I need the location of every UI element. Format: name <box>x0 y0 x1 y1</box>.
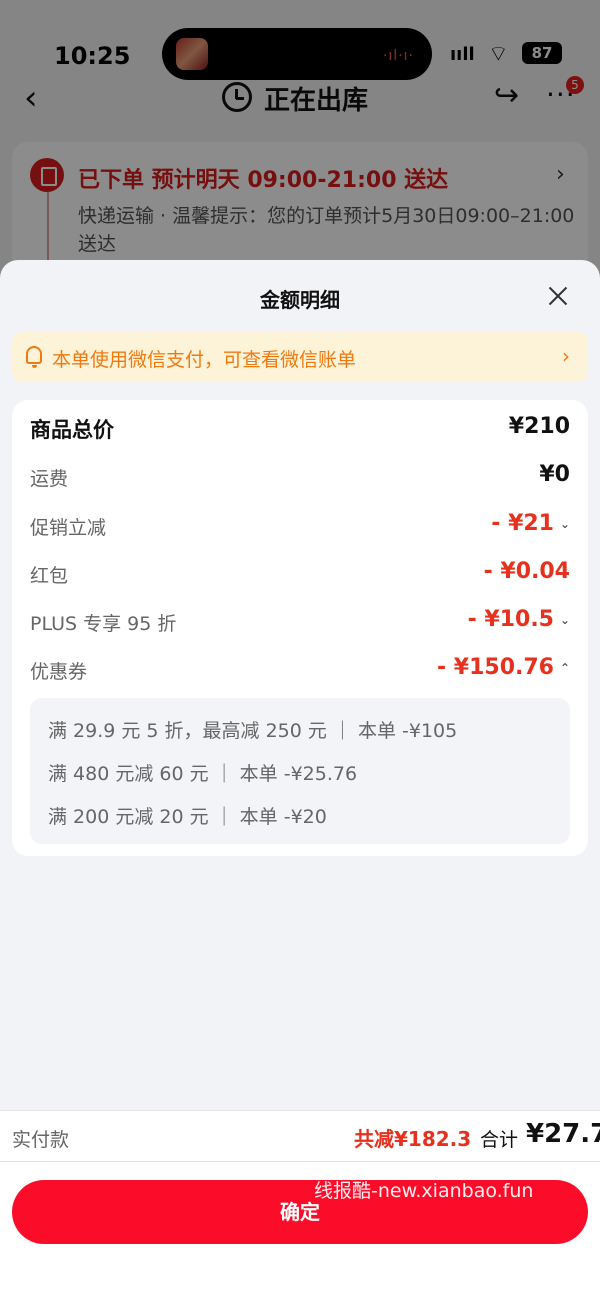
coupon-item: 满 200 元减 20 元 ｜ 本单 -¥20 <box>48 806 327 828</box>
payment-summary-bar: 实付款 共减¥182.3 合计 ¥27.7 <box>0 1110 600 1162</box>
wechat-pay-notice[interactable]: 本单使用微信支付，可查看微信账单 › <box>12 332 588 382</box>
sheet-title: 金额明细 <box>260 288 340 312</box>
row-value: - ¥21 <box>491 511 554 536</box>
row-label: 优惠券 <box>30 661 88 683</box>
row-label: 商品总价 <box>30 418 114 442</box>
actual-payment-label: 实付款 <box>12 1129 70 1151</box>
row-value: - ¥10.5 <box>467 607 554 632</box>
amount-detail-sheet: 金额明细 本单使用微信支付，可查看微信账单 › 商品总价 ¥210 运费 ¥0 … <box>0 260 600 1302</box>
price-row-coupon[interactable]: 优惠券 - ¥150.76 ⌃ <box>30 653 570 689</box>
row-value: ¥210 <box>508 414 570 439</box>
row-label: PLUS 专享 95 折 <box>30 613 177 635</box>
row-value: - ¥0.04 <box>483 559 570 584</box>
row-value: - ¥150.76 <box>437 655 554 680</box>
chevron-down-icon: ⌄ <box>559 517 570 531</box>
price-row-subtotal: 商品总价 ¥210 <box>30 412 570 448</box>
close-icon[interactable] <box>544 282 572 310</box>
row-label: 促销立减 <box>30 517 107 539</box>
notice-text: 本单使用微信支付，可查看微信账单 <box>52 349 357 371</box>
bell-icon <box>26 346 42 368</box>
row-value: ¥0 <box>539 462 570 487</box>
coupon-item: 满 480 元减 60 元 ｜ 本单 -¥25.76 <box>48 763 358 785</box>
coupon-detail-box: 满 29.9 元 5 折，最高减 250 元 ｜ 本单 -¥105 满 480 … <box>30 698 570 844</box>
total-amount: ¥27.7 <box>526 1119 600 1149</box>
price-row-plus-discount[interactable]: PLUS 专享 95 折 - ¥10.5 ⌄ <box>30 605 570 641</box>
row-label: 红包 <box>30 565 69 587</box>
total-label: 合计 <box>480 1129 519 1151</box>
price-row-promotion[interactable]: 促销立减 - ¥21 ⌄ <box>30 509 570 545</box>
chevron-right-icon: › <box>562 344 570 368</box>
price-detail-card: 商品总价 ¥210 运费 ¥0 促销立减 - ¥21 ⌄ 红包 - ¥0.04 … <box>12 400 588 856</box>
watermark-text: 线报酷-new.xianbao.fun <box>314 1180 534 1202</box>
price-row-shipping: 运费 ¥0 <box>30 460 570 496</box>
chevron-down-icon: ⌄ <box>559 613 570 627</box>
row-label: 运费 <box>30 468 69 490</box>
price-row-red-packet: 红包 - ¥0.04 <box>30 557 570 593</box>
total-saved: 共减¥182.3 <box>354 1127 472 1151</box>
coupon-item: 满 29.9 元 5 折，最高减 250 元 ｜ 本单 -¥105 <box>48 720 458 742</box>
chevron-up-icon: ⌃ <box>559 661 570 675</box>
